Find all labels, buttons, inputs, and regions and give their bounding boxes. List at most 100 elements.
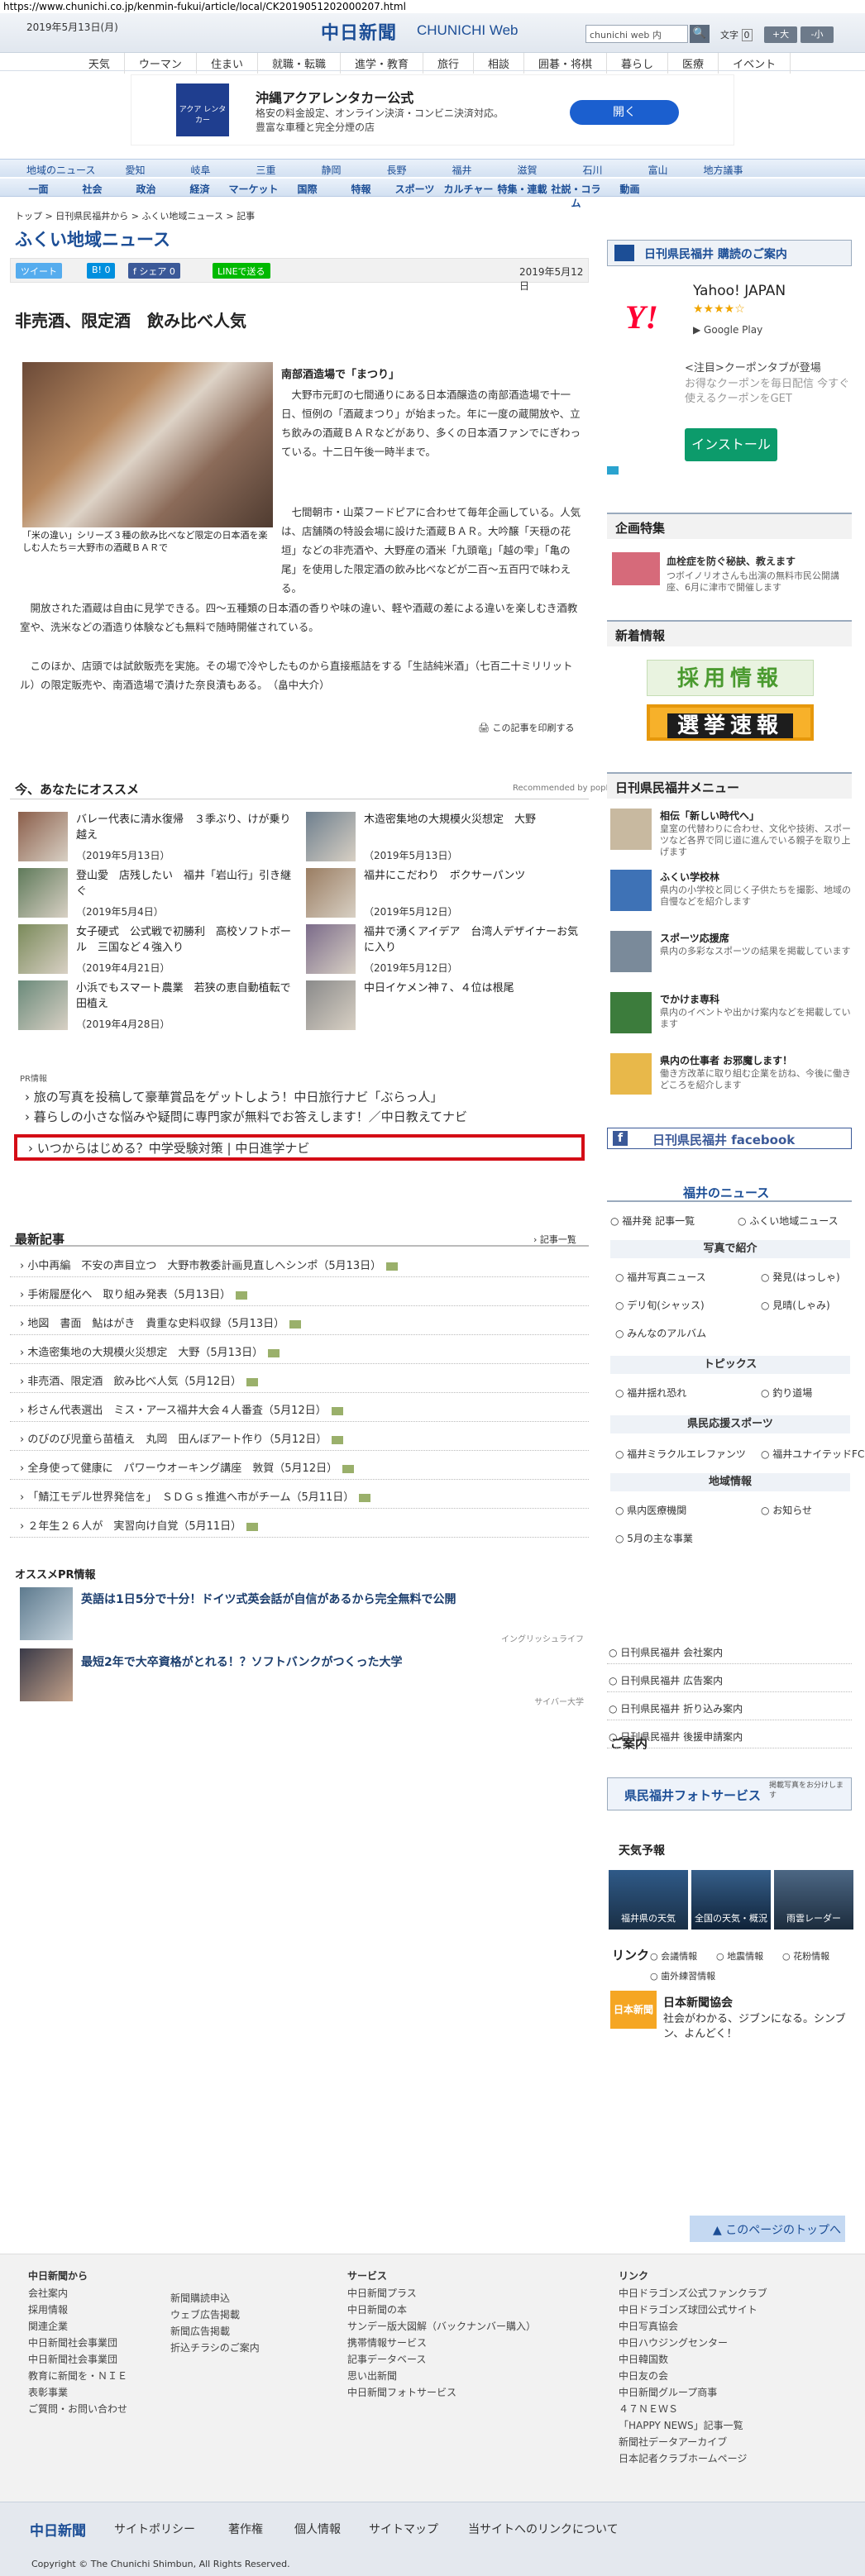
- global-nav-item[interactable]: 囲碁・将棋: [524, 53, 608, 74]
- recommend-thumb[interactable]: [306, 980, 356, 1030]
- fukui-news-link[interactable]: ○ お知らせ: [761, 1503, 812, 1517]
- recommend-item[interactable]: 福井にこだわり ボクサーパンツ （2019年5月12日）: [306, 868, 587, 924]
- footer-link[interactable]: 表彰事業: [28, 2384, 68, 2401]
- menu-title[interactable]: スポーツ応援席: [660, 931, 729, 945]
- recommend-thumb[interactable]: [18, 924, 68, 974]
- fukui-news-link[interactable]: ○ 福井写真ニュース: [615, 1270, 706, 1284]
- ad-open-button[interactable]: 開く: [570, 100, 679, 125]
- font-size-up-button[interactable]: +大: [764, 26, 797, 43]
- breadcrumb[interactable]: トップ > 日刊県民福井から > ふくい地域ニュース > 記事: [15, 209, 255, 222]
- section-nav-item[interactable]: 経済: [173, 179, 227, 210]
- article-photo[interactable]: [22, 362, 273, 527]
- facebook-share-button[interactable]: f シェア 0: [128, 263, 180, 279]
- section-nav-item[interactable]: 特報: [334, 179, 388, 210]
- footer-link[interactable]: 折込チラシのご案内: [170, 2340, 260, 2356]
- region-nav-item[interactable]: 石川: [560, 160, 625, 177]
- footer-link[interactable]: ご質問・お問い合わせ: [28, 2401, 127, 2417]
- footer-link[interactable]: 会社案内: [28, 2285, 68, 2302]
- region-nav-item[interactable]: 岐阜: [168, 160, 233, 177]
- section-nav-item[interactable]: カルチャー: [442, 179, 495, 210]
- footer-logo[interactable]: 中日新聞: [30, 2519, 86, 2540]
- search-input[interactable]: chunichi web 内: [585, 25, 688, 43]
- menu-thumb[interactable]: [610, 1053, 652, 1095]
- section-nav-item[interactable]: 特集・連載: [495, 179, 549, 210]
- kikaku-title[interactable]: 血栓症を防ぐ秘訣、教えます: [667, 554, 796, 568]
- footer-link[interactable]: 中日ドラゴンズ球団公式サイト: [619, 2302, 757, 2318]
- saiyo-banner[interactable]: 採用情報: [647, 660, 814, 696]
- recommend-thumb[interactable]: [306, 868, 356, 918]
- pr2-thumb[interactable]: [20, 1648, 73, 1701]
- latest-article-link[interactable]: › 地図 書面 鮎はがき 貴重な史料収録（5月13日）: [20, 1314, 302, 1330]
- guide-link[interactable]: ○ 日刊県民福井 広告案内: [609, 1673, 723, 1687]
- footer-link[interactable]: 「HAPPY NEWS」記事一覧: [619, 2417, 743, 2434]
- ad-title[interactable]: 沖縄アクアレンタカー公式: [256, 87, 413, 107]
- fukui-news-link[interactable]: ○ 県内医療機関: [615, 1503, 686, 1517]
- recommend-thumb[interactable]: [306, 924, 356, 974]
- global-nav-item[interactable]: 天気: [74, 53, 125, 74]
- recommend-thumb[interactable]: [18, 868, 68, 918]
- recommend-thumb[interactable]: [18, 980, 68, 1030]
- guide-link[interactable]: ○ 日刊県民福井 会社案内: [609, 1645, 723, 1659]
- recommend-thumb[interactable]: [18, 812, 68, 861]
- global-nav-item[interactable]: 住まい: [197, 53, 258, 74]
- recommend-title[interactable]: 女子硬式 公式戦で初勝利 高校ソフトボール 三国など４強入り: [76, 924, 298, 956]
- footer-link[interactable]: 携帯情報サービス: [347, 2335, 427, 2351]
- recommend-title[interactable]: 小浜でもスマート農業 若狭の恵自動植転で田植え: [76, 980, 298, 1012]
- jna-title[interactable]: 日本新聞協会: [663, 1994, 733, 2011]
- weather-tile-japan[interactable]: 全国の天気・概況: [691, 1870, 771, 1930]
- site-logo-sub[interactable]: CHUNICHI Web: [417, 22, 518, 39]
- google-play-badge[interactable]: ▶ Google Play: [693, 324, 762, 336]
- kikaku-thumb[interactable]: [612, 552, 660, 585]
- global-nav-item[interactable]: 就職・転職: [258, 53, 341, 74]
- guide-link[interactable]: ○ 日刊県民福井 後援申請案内: [609, 1729, 743, 1744]
- footer-link[interactable]: 採用情報: [28, 2302, 68, 2318]
- footer-link[interactable]: 新聞購読申込: [170, 2290, 230, 2306]
- sidebar-menu-item[interactable]: ふくい学校林 県内の小学校と同じく子供たちを撮影、地域の自慢などを紹介します: [610, 870, 855, 919]
- footer-link[interactable]: 中日新聞社会事業団: [28, 2335, 117, 2351]
- footer-link[interactable]: 教育に新聞を・ＮＩＥ: [28, 2368, 127, 2384]
- site-logo[interactable]: 中日新聞: [321, 18, 397, 45]
- fukui-news-link[interactable]: ○ 釣り道場: [761, 1386, 812, 1400]
- ad-choices-icon[interactable]: [607, 466, 619, 475]
- menu-title[interactable]: ふくい学校林: [660, 870, 719, 884]
- latest-article-link[interactable]: › 手術履歴化へ 取り組み発表（5月13日）: [20, 1286, 248, 1301]
- latest-article-link[interactable]: › 木造密集地の大規模火災想定 大野（5月13日）: [20, 1343, 280, 1359]
- weather-tile-fukui[interactable]: 福井県の天気: [609, 1870, 688, 1930]
- latest-article-link[interactable]: › 全身使って健康に パワーウオーキング講座 敦賀（5月12日）: [20, 1459, 355, 1475]
- footer-bottom-link[interactable]: サイトポリシー: [114, 2521, 195, 2537]
- fukui-news-link[interactable]: ○ 福井発 記事一覧: [610, 1214, 695, 1228]
- footer-bottom-link[interactable]: 著作権: [228, 2521, 263, 2537]
- region-nav-item[interactable]: 福井: [429, 160, 495, 177]
- menu-title[interactable]: 相伝「新しい時代へ」: [660, 809, 759, 823]
- recommend-brand[interactable]: Recommended by popIn: [513, 784, 614, 793]
- section-nav-item[interactable]: 一面: [12, 179, 65, 210]
- global-nav-item[interactable]: 相談: [474, 53, 525, 74]
- latest-article-link[interactable]: › 「鯖江モデル世界発信を」 ＳＤＧｓ推進へ市がチーム（5月11日）: [20, 1488, 371, 1504]
- footer-link[interactable]: 記事データベース: [347, 2351, 426, 2368]
- recommend-title[interactable]: 木造密集地の大規模火災想定 大野: [364, 812, 585, 828]
- region-nav-item[interactable]: 地域のニュース: [12, 160, 103, 177]
- footer-link[interactable]: ４７ＮＥＷＳ: [619, 2401, 678, 2417]
- footer-link[interactable]: 中日新聞フォトサービス: [347, 2384, 456, 2401]
- tweet-button[interactable]: ツイート: [16, 263, 62, 279]
- footer-link[interactable]: 中日ハウジングセンター: [619, 2335, 728, 2351]
- recommend-item[interactable]: 中日イケメン神７、４位は根尾: [306, 980, 587, 1037]
- global-nav-item[interactable]: イベント: [719, 53, 791, 74]
- recommend-item[interactable]: 小浜でもスマート農業 若狭の恵自動植転で田植え （2019年4月28日）: [18, 980, 299, 1037]
- global-nav-item[interactable]: 医療: [668, 53, 719, 74]
- recommend-title[interactable]: バレー代表に清水復帰 ３季ぶり、けが乗り越え: [76, 812, 298, 843]
- recommend-item[interactable]: 登山愛 店残したい 福井「岩山行」引き継ぐ （2019年5月4日）: [18, 868, 299, 924]
- fukui-news-link[interactable]: ○ みんなのアルバム: [615, 1326, 706, 1340]
- subscribe-promo[interactable]: 日刊県民福井 購読のご案内: [607, 240, 852, 266]
- fukui-news-link[interactable]: ○ 福井ユナイテッドFC: [761, 1447, 864, 1461]
- footer-link[interactable]: 関連企業: [28, 2318, 68, 2335]
- link-item[interactable]: ○ 会議情報: [650, 1949, 697, 1963]
- recommend-title[interactable]: 福井にこだわり ボクサーパンツ: [364, 868, 585, 884]
- print-link[interactable]: 🖨 この記事を印刷する: [478, 721, 574, 734]
- sidebar-menu-item[interactable]: 県内の仕事者 お邪魔します！ 働き方改革に取り組む企業を訪ね、今後に働きどころを紹…: [610, 1053, 855, 1103]
- footer-link[interactable]: 中日ドラゴンズ公式ファンクラブ: [619, 2285, 767, 2302]
- menu-title[interactable]: でかけま専科: [660, 992, 719, 1006]
- font-size-down-button[interactable]: -小: [800, 26, 834, 43]
- yahoo-logo[interactable]: Y!: [625, 298, 658, 336]
- latest-article-link[interactable]: › 小中再編 不安の声目立つ 大野市教委計画見直しへシンポ（5月13日）: [20, 1257, 399, 1272]
